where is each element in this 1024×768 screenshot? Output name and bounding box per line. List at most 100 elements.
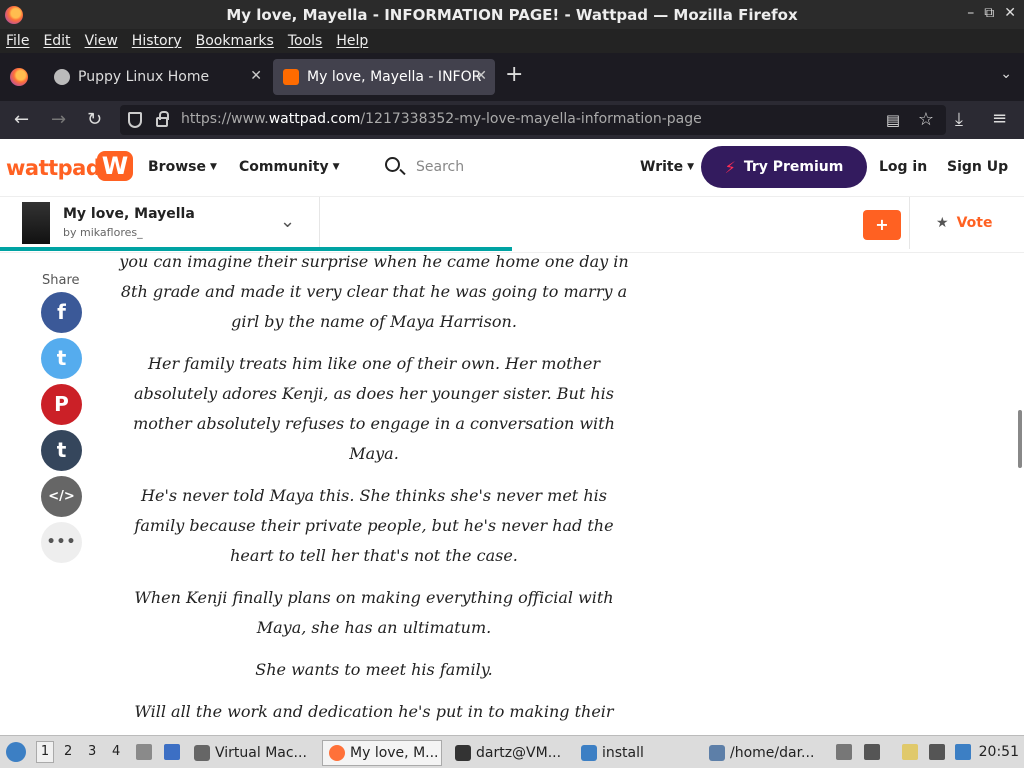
workspace-1[interactable]: 1 — [36, 741, 54, 763]
firefox-view-icon[interactable] — [10, 68, 28, 86]
menu-file[interactable]: File — [6, 33, 29, 49]
wattpad-icon — [283, 69, 299, 85]
volume-icon[interactable] — [864, 744, 880, 760]
menu-icon[interactable]: ≡ — [992, 108, 1007, 129]
menu-bookmarks[interactable]: Bookmarks — [196, 33, 274, 49]
window-title: My love, Mayella - INFORMATION PAGE! - W… — [226, 6, 798, 24]
lightning-icon: ⚡ — [724, 157, 736, 177]
menu-history[interactable]: History — [132, 33, 182, 49]
paragraph: Will all the work and dedication he's pu… — [124, 702, 624, 735]
url-text[interactable]: https://www.wattpad.com/1217338352-my-lo… — [181, 111, 702, 127]
story-title[interactable]: My love, Mayella — [63, 206, 195, 222]
tab-label: My love, Mayella - INFOR — [307, 69, 482, 85]
menubar: File Edit View History Bookmarks Tools H… — [0, 29, 1024, 53]
new-tab-icon[interactable]: + — [505, 62, 523, 87]
close-icon[interactable]: ✕ — [1004, 5, 1016, 21]
scrollbar-thumb[interactable] — [1018, 410, 1022, 468]
browse-menu[interactable]: Browse ▼ — [148, 159, 217, 175]
clipboard-icon[interactable] — [836, 744, 852, 760]
reading-progress-bar — [0, 247, 512, 251]
firefox-icon — [329, 745, 345, 761]
signup-link[interactable]: Sign Up — [947, 159, 1008, 175]
shield-icon[interactable] — [128, 112, 142, 128]
paragraph: He's never told Maya this. She thinks sh… — [134, 486, 614, 565]
menu-tools[interactable]: Tools — [288, 33, 323, 49]
site-header: wattpad W Browse▼ Community▼ Write▼ ⚡ Tr… — [0, 139, 1024, 197]
search-input[interactable] — [416, 155, 596, 179]
chevron-down-icon[interactable]: ⌄ — [1000, 66, 1012, 82]
search-icon[interactable] — [385, 157, 400, 172]
virtual-machine-icon — [194, 745, 210, 761]
embed-share-icon[interactable]: </> — [41, 476, 82, 517]
story-author[interactable]: by mikaflores_ — [63, 226, 143, 239]
tab-wattpad[interactable]: My love, Mayella - INFOR ✕ — [273, 59, 495, 95]
workspace-3[interactable]: 3 — [88, 744, 96, 759]
add-to-library-button[interactable]: + — [863, 210, 901, 240]
divider — [319, 197, 320, 249]
url-bar[interactable]: https://www.wattpad.com/1217338352-my-lo… — [120, 105, 946, 135]
close-tab-icon[interactable]: ✕ — [475, 68, 487, 84]
wattpad-w-logo-icon[interactable]: W — [97, 151, 133, 181]
notes-icon[interactable] — [902, 744, 918, 760]
paragraph: When Kenji finally plans on making every… — [134, 588, 614, 637]
pinterest-share-icon[interactable]: P — [41, 384, 82, 425]
start-menu-icon[interactable] — [6, 742, 26, 762]
menu-help[interactable]: Help — [336, 33, 368, 49]
community-menu[interactable]: Community ▼ — [239, 159, 340, 175]
close-tab-icon[interactable]: ✕ — [250, 68, 262, 84]
wattpad-logo[interactable]: wattpad — [6, 156, 101, 180]
download-icon[interactable]: ⤓ — [955, 109, 963, 130]
story-cover[interactable] — [22, 202, 50, 244]
window-titlebar: My love, Mayella - INFORMATION PAGE! - W… — [0, 0, 1024, 29]
try-premium-button[interactable]: ⚡ Try Premium — [701, 146, 867, 188]
puppy-icon — [54, 69, 70, 85]
minimize-icon[interactable]: – — [967, 5, 974, 21]
maximize-icon[interactable]: ⧉ — [984, 5, 994, 21]
menu-view[interactable]: View — [85, 33, 118, 49]
terminal-icon — [455, 745, 471, 761]
vote-button[interactable]: ★ Vote — [936, 215, 992, 231]
navigation-bar: ← → ↻ https://www.wattpad.com/1217338352… — [0, 101, 1024, 139]
taskbar-firefox[interactable]: My love, M... — [322, 740, 442, 766]
editor-icon — [709, 745, 725, 761]
facebook-share-icon[interactable]: f — [41, 292, 82, 333]
write-menu[interactable]: Write ▼ — [640, 159, 694, 175]
paragraph: you can imagine their surprise when he c… — [119, 253, 629, 331]
tab-puppy-linux[interactable]: Puppy Linux Home ✕ — [44, 59, 270, 95]
paragraph: She wants to meet his family. — [255, 660, 493, 679]
tab-label: Puppy Linux Home — [78, 69, 210, 85]
menu-edit[interactable]: Edit — [43, 33, 70, 49]
divider — [909, 197, 910, 249]
taskbar: 1 2 3 4 Virtual Mac... My love, M... dar… — [0, 735, 1024, 768]
clock: 20:51 — [978, 744, 1019, 760]
window-icon[interactable] — [164, 744, 180, 760]
update-icon[interactable] — [955, 744, 971, 760]
reload-icon[interactable]: ↻ — [87, 109, 102, 130]
back-icon[interactable]: ← — [14, 109, 29, 130]
lock-icon[interactable] — [156, 111, 169, 127]
chevron-down-icon[interactable]: ⌄ — [280, 211, 295, 232]
star-icon: ★ — [936, 215, 949, 231]
folder-icon — [581, 745, 597, 761]
network-icon[interactable] — [929, 744, 945, 760]
bookmark-star-icon[interactable]: ☆ — [918, 109, 934, 130]
taskbar-home[interactable]: /home/dar... — [709, 740, 824, 766]
forward-icon[interactable]: → — [51, 109, 66, 130]
vote-label: Vote — [956, 215, 993, 231]
reader-view-icon[interactable]: ▤ — [886, 111, 900, 129]
taskbar-virtual-machine[interactable]: Virtual Mac... — [194, 740, 314, 766]
file-manager-icon[interactable] — [136, 744, 152, 760]
workspace-2[interactable]: 2 — [64, 744, 72, 759]
caret-down-icon: ▼ — [209, 162, 217, 172]
workspace-4[interactable]: 4 — [112, 744, 120, 759]
login-link[interactable]: Log in — [879, 159, 927, 175]
caret-down-icon: ▼ — [332, 162, 340, 172]
story-bar: My love, Mayella by mikaflores_ ⌄ + ★ Vot… — [0, 197, 1024, 253]
taskbar-terminal[interactable]: dartz@VM... — [455, 740, 570, 766]
more-options-icon[interactable]: ••• — [41, 522, 82, 563]
twitter-share-icon[interactable]: t — [41, 338, 82, 379]
tumblr-share-icon[interactable]: t — [41, 430, 82, 471]
caret-down-icon: ▼ — [687, 162, 695, 172]
taskbar-install[interactable]: install — [581, 740, 691, 766]
paragraph: Her family treats him like one of their … — [133, 354, 615, 463]
